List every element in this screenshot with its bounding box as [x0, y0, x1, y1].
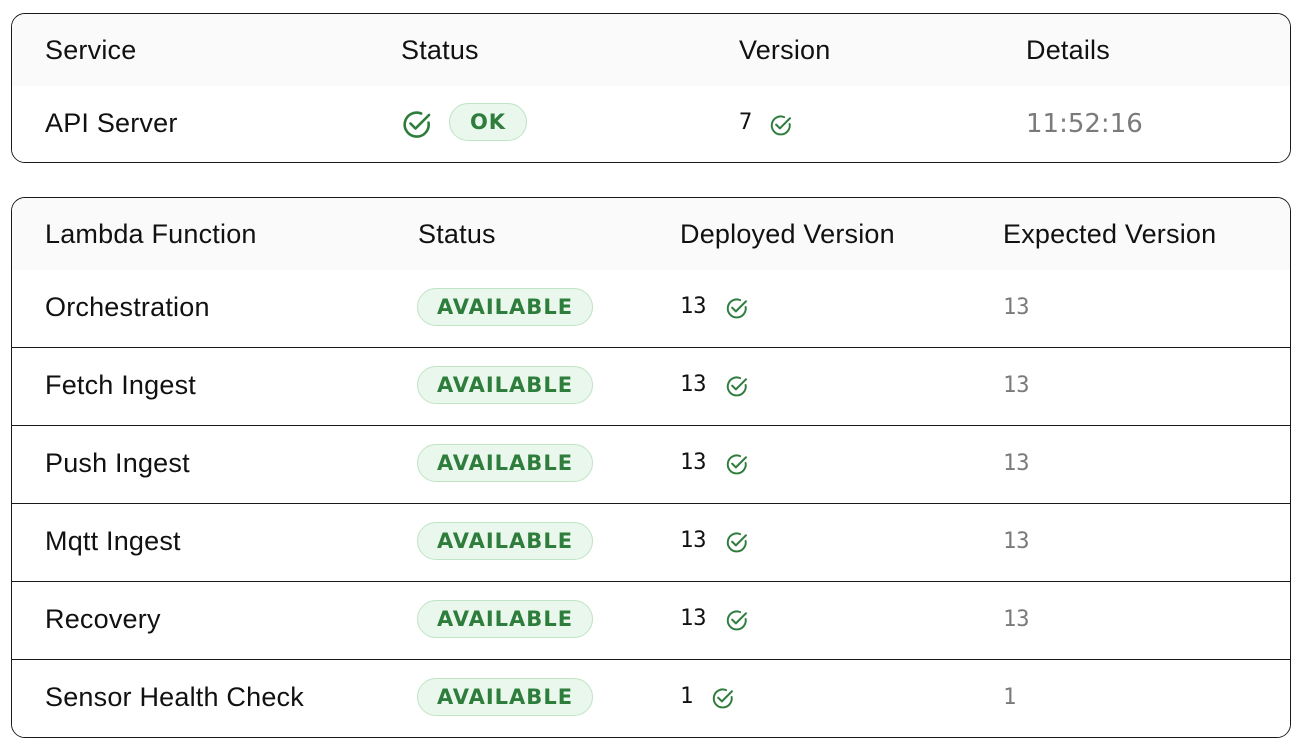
service-details-time: 11:52:16	[1026, 109, 1143, 139]
expected-version: 1	[1003, 685, 1017, 710]
check-circle-icon	[770, 115, 791, 136]
deployed-version: 13	[680, 372, 707, 397]
service-version: 7	[739, 110, 753, 135]
deployed-version: 13	[680, 528, 707, 553]
check-circle-icon	[726, 610, 747, 631]
check-circle-icon	[726, 454, 747, 475]
deployed-version: 13	[680, 450, 707, 475]
service-row: API Server OK 7 11:52:16	[12, 86, 1290, 162]
status-badge-available: AVAILABLE	[417, 522, 593, 560]
status-badge-available: AVAILABLE	[417, 288, 593, 326]
check-circle-icon	[726, 532, 747, 553]
header-expected-version: Expected Version	[1003, 219, 1217, 249]
status-badge-available: AVAILABLE	[417, 600, 593, 638]
header-deployed-version: Deployed Version	[680, 219, 895, 249]
lambda-functions-table: Lambda Function Status Deployed Version …	[11, 197, 1291, 738]
expected-version: 13	[1003, 607, 1030, 632]
expected-version: 13	[1003, 295, 1030, 320]
lambda-name: Recovery	[45, 604, 161, 634]
lambda-table-header: Lambda Function Status Deployed Version …	[12, 198, 1290, 270]
table-row: Push Ingest AVAILABLE 13 13	[12, 426, 1290, 504]
header-status: Status	[418, 219, 496, 249]
lambda-name: Push Ingest	[45, 448, 190, 478]
check-circle-icon	[403, 111, 431, 138]
status-badge-ok: OK	[449, 103, 527, 141]
lambda-name: Sensor Health Check	[45, 682, 304, 712]
table-row: Fetch Ingest AVAILABLE 13 13	[12, 348, 1290, 426]
service-status-table: Service Status Version Details API Serve…	[11, 13, 1291, 163]
status-badge-available: AVAILABLE	[417, 444, 593, 482]
header-details: Details	[1026, 35, 1110, 65]
lambda-name: Fetch Ingest	[45, 370, 196, 400]
expected-version: 13	[1003, 451, 1030, 476]
service-name: API Server	[45, 108, 178, 138]
table-row: Sensor Health Check AVAILABLE 1 1	[12, 660, 1290, 737]
deployed-version: 1	[680, 684, 694, 709]
expected-version: 13	[1003, 529, 1030, 554]
service-table-header: Service Status Version Details	[12, 14, 1290, 86]
table-row: Orchestration AVAILABLE 13 13	[12, 270, 1290, 348]
deployed-version: 13	[680, 294, 707, 319]
header-lambda-function: Lambda Function	[45, 219, 257, 249]
header-status: Status	[401, 35, 479, 65]
check-circle-icon	[726, 298, 747, 319]
status-badge-available: AVAILABLE	[417, 678, 593, 716]
header-service: Service	[45, 35, 137, 65]
lambda-name: Orchestration	[45, 292, 210, 322]
header-version: Version	[739, 35, 831, 65]
check-circle-icon	[726, 376, 747, 397]
lambda-name: Mqtt Ingest	[45, 526, 181, 556]
table-row: Recovery AVAILABLE 13 13	[12, 582, 1290, 660]
check-circle-icon	[712, 688, 733, 709]
deployed-version: 13	[680, 606, 707, 631]
status-badge-available: AVAILABLE	[417, 366, 593, 404]
expected-version: 13	[1003, 373, 1030, 398]
table-row: Mqtt Ingest AVAILABLE 13 13	[12, 504, 1290, 582]
